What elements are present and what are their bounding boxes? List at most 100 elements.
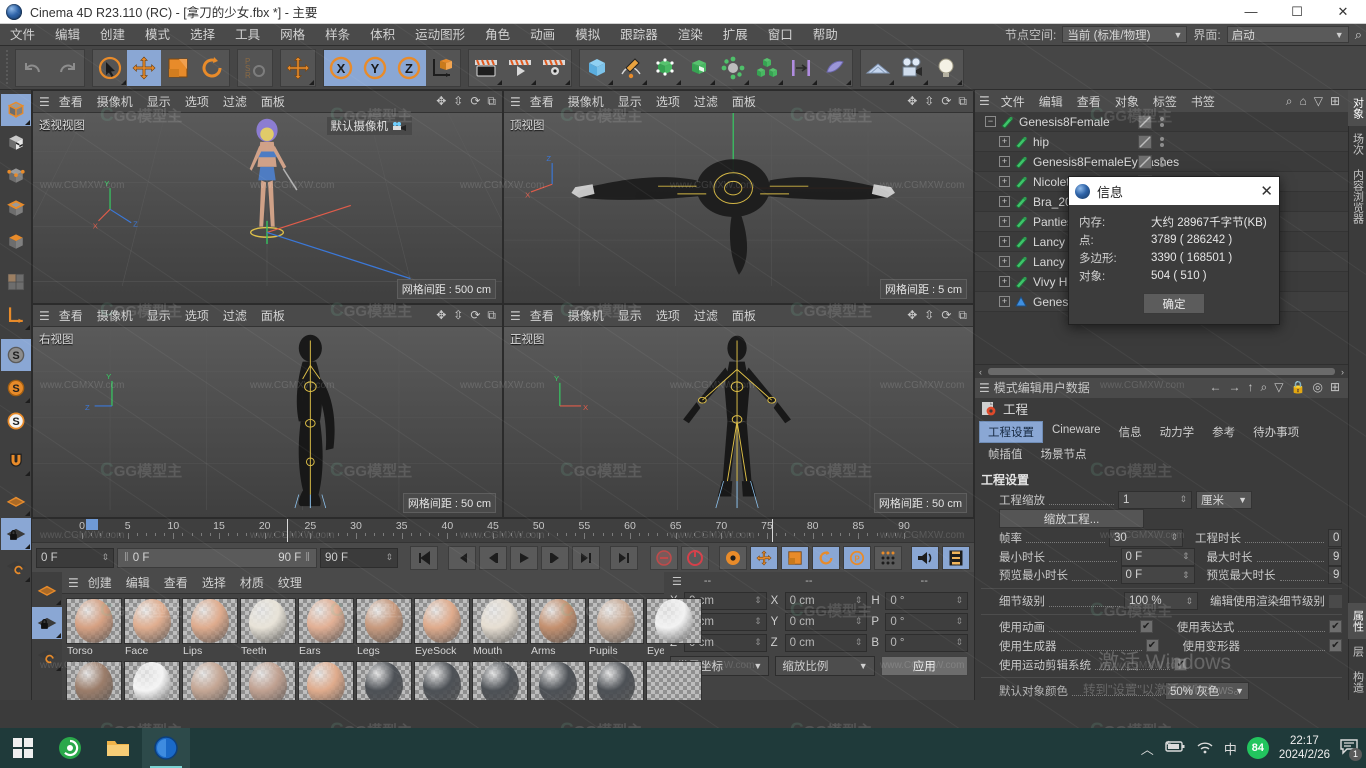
- om-menu-bookmarks[interactable]: 书签: [1184, 93, 1222, 110]
- menu-item-character[interactable]: 角色: [475, 24, 520, 46]
- next-frame-button[interactable]: [541, 545, 569, 570]
- tree-expand-toggle[interactable]: +: [999, 136, 1010, 147]
- home-icon[interactable]: ⌂: [1299, 94, 1306, 109]
- material-item[interactable]: [66, 661, 122, 700]
- material-item[interactable]: Torso: [66, 598, 122, 659]
- clock[interactable]: 22:17 2024/2/26: [1279, 734, 1330, 762]
- pan-icon[interactable]: ✥: [907, 308, 917, 323]
- viewport-front-canvas[interactable]: 正视图 Y X 网格间距: 50 cm: [504, 327, 973, 517]
- battery-icon[interactable]: [1164, 740, 1186, 756]
- spinner-icon[interactable]: ⇕: [1179, 494, 1187, 505]
- apply-button[interactable]: 应用: [880, 656, 968, 676]
- notification-badge[interactable]: 84: [1246, 737, 1269, 759]
- current-frame-field[interactable]: 0 F ⇕: [36, 547, 114, 568]
- next-keyframe-button[interactable]: [572, 545, 600, 570]
- taskbar-cinema4d-icon[interactable]: [142, 728, 190, 768]
- add-icon[interactable]: ⊞: [1330, 380, 1340, 395]
- material-item[interactable]: Ears: [298, 598, 354, 659]
- tab-objects[interactable]: 对象: [1347, 90, 1366, 126]
- object-visibility-dots[interactable]: [1160, 156, 1164, 167]
- material-item[interactable]: [414, 661, 470, 700]
- attribute-tab-信息[interactable]: 信息: [1110, 421, 1151, 443]
- spinner-icon[interactable]: ⇕: [101, 552, 109, 563]
- spinner-icon[interactable]: ⇕: [385, 552, 393, 563]
- object-tree-row[interactable]: + Genesis8FemaleEyelashes: [975, 152, 1348, 172]
- spinner-icon[interactable]: ⇕: [1182, 570, 1190, 581]
- min-duration-input[interactable]: 0 F ⇕: [1120, 547, 1195, 566]
- material-preview[interactable]: [530, 661, 586, 700]
- menu-item-tracker[interactable]: 跟踪器: [610, 24, 668, 46]
- up-arrow-icon[interactable]: ↑: [1248, 380, 1254, 395]
- vp2-menu-display[interactable]: 显示: [611, 93, 649, 110]
- duration-input[interactable]: 0: [1328, 528, 1342, 547]
- record-active-objects-button[interactable]: [650, 545, 678, 570]
- workplane-button[interactable]: [32, 574, 62, 606]
- material-preview[interactable]: [298, 598, 354, 644]
- add-field-button[interactable]: [818, 50, 852, 86]
- om-menu-edit[interactable]: 编辑: [1032, 93, 1070, 110]
- hamburger-icon[interactable]: ☰: [68, 576, 79, 590]
- attribute-tabs[interactable]: 工程设置 Cineware 信息 动力学 参考 待办事项 帧插值 场景节点: [975, 419, 1348, 467]
- menu-item-tools[interactable]: 工具: [225, 24, 270, 46]
- add-instance-button[interactable]: [784, 50, 818, 86]
- tree-expand-toggle[interactable]: +: [999, 156, 1010, 167]
- menu-item-mode[interactable]: 模式: [135, 24, 180, 46]
- vp1-menu-filter[interactable]: 过滤: [216, 93, 254, 110]
- key-rotation-button[interactable]: [812, 545, 840, 570]
- spinner-icon[interactable]: ⇕: [955, 595, 963, 606]
- viewport-perspective-canvas[interactable]: 透视视图 默认摄像机 Y Z X 网格间距: 500 cm: [33, 113, 502, 303]
- attribute-tab-工程设置[interactable]: 工程设置: [979, 421, 1043, 444]
- vp2-menu-panel[interactable]: 面板: [725, 93, 763, 110]
- add-boolean-button[interactable]: [682, 50, 716, 86]
- maximize-viewport-icon[interactable]: ⧉: [487, 308, 496, 323]
- attr-menu-mode[interactable]: 模式: [994, 379, 1018, 396]
- hamburger-icon[interactable]: ☰: [672, 575, 682, 588]
- add-camera-button[interactable]: [895, 50, 929, 86]
- tab-takes[interactable]: 场次: [1348, 126, 1366, 162]
- axis-mode-button[interactable]: [1, 299, 31, 331]
- select-tool-button[interactable]: [93, 50, 127, 86]
- search-icon[interactable]: ⌕: [1286, 94, 1293, 109]
- taskbar-file-explorer-icon[interactable]: [94, 728, 142, 768]
- tree-expand-toggle[interactable]: +: [999, 256, 1010, 267]
- viewport-top-canvas[interactable]: 顶视图 Z X 网格间距: 5 cm: [504, 113, 973, 303]
- vp4-menu-view[interactable]: 查看: [523, 307, 561, 324]
- attribute-tab-参考[interactable]: 参考: [1203, 421, 1244, 443]
- object-axis-button[interactable]: [426, 50, 460, 86]
- key-parameter-button[interactable]: P: [843, 545, 871, 570]
- lock-z-axis-button[interactable]: Z: [392, 49, 426, 86]
- use-animation-checkbox[interactable]: ✔: [1139, 620, 1153, 634]
- menu-item-animate[interactable]: 动画: [520, 24, 565, 46]
- object-visibility-dots[interactable]: [1160, 116, 1164, 127]
- material-menu-create[interactable]: 创建: [81, 574, 119, 591]
- vp4-menu-options[interactable]: 选项: [649, 307, 687, 324]
- vp1-menu-camera[interactable]: 摄像机: [90, 93, 140, 110]
- tree-expand-toggle[interactable]: +: [999, 276, 1010, 287]
- om-menu-view[interactable]: 查看: [1070, 93, 1108, 110]
- material-item[interactable]: [472, 661, 528, 700]
- preview-min-input[interactable]: 0 F ⇕: [1120, 566, 1195, 585]
- maximize-viewport-icon[interactable]: ⧉: [958, 308, 967, 323]
- material-item[interactable]: Pupils: [588, 598, 644, 659]
- tree-expand-toggle[interactable]: +: [999, 196, 1010, 207]
- vp3-menu-filter[interactable]: 过滤: [216, 307, 254, 324]
- menu-item-window[interactable]: 窗口: [758, 24, 803, 46]
- wifi-icon[interactable]: [1196, 740, 1214, 757]
- tree-expand-toggle[interactable]: +: [999, 296, 1010, 307]
- toolbar-grip[interactable]: [4, 49, 11, 86]
- sound-toggle-button[interactable]: [911, 545, 939, 570]
- maximize-viewport-icon[interactable]: ⧉: [958, 94, 967, 109]
- texture-mode-button[interactable]: [1, 127, 31, 159]
- spinner-icon[interactable]: ⇕: [754, 637, 762, 648]
- vp3-menu-camera[interactable]: 摄像机: [90, 307, 140, 324]
- add-spline-button[interactable]: [614, 50, 648, 86]
- vp3-menu-view[interactable]: 查看: [52, 307, 90, 324]
- pan-icon[interactable]: ✥: [907, 94, 917, 109]
- maximize-viewport-icon[interactable]: ⧉: [487, 94, 496, 109]
- spinner-icon[interactable]: ⇕: [955, 637, 963, 648]
- material-item[interactable]: Teeth: [240, 598, 296, 659]
- material-item[interactable]: [240, 661, 296, 700]
- material-menu-view[interactable]: 查看: [157, 574, 195, 591]
- default-color-dropdown[interactable]: 50% 灰色 ▼: [1165, 681, 1249, 700]
- material-preview[interactable]: [588, 661, 644, 700]
